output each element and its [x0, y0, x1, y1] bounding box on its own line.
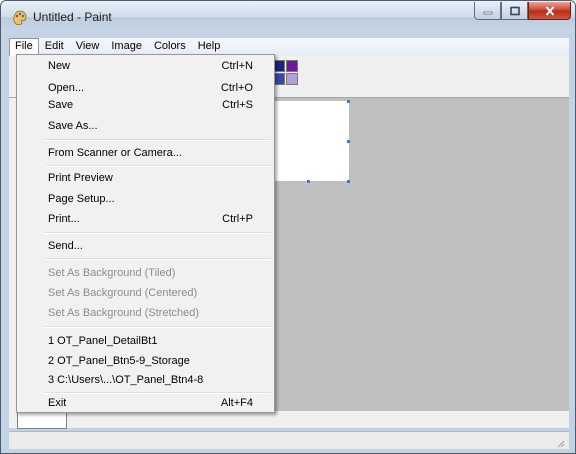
drawing-canvas[interactable] — [269, 101, 349, 181]
color-palette — [273, 60, 298, 85]
menu-separator — [45, 258, 271, 260]
menu-item-shortcut: Ctrl+P — [222, 213, 253, 225]
menu-item-background-tiled: Set As Background (Tiled) — [19, 263, 272, 285]
menu-item-label: Set As Background (Stretched) — [48, 307, 200, 319]
menu-item-save-as[interactable]: Save As... — [19, 116, 272, 138]
menu-item-from-scanner[interactable]: From Scanner or Camera... — [19, 143, 272, 165]
minimize-button[interactable] — [474, 2, 501, 20]
menu-item-shortcut: Ctrl+N — [221, 60, 253, 72]
resize-handle[interactable] — [307, 180, 310, 183]
menu-item-label: 3 C:\Users\...\OT_Panel_Btn4-8 — [48, 374, 204, 386]
menu-item-label: Print Preview — [48, 172, 113, 184]
palette-swatch[interactable] — [286, 73, 298, 85]
caption-buttons — [474, 2, 571, 20]
menu-item-save[interactable]: Save Ctrl+S — [19, 95, 272, 117]
file-menu-dropdown: New Ctrl+N Open... Ctrl+O Save Ctrl+S Sa… — [16, 54, 275, 413]
menu-item-exit[interactable]: Exit Alt+F4 — [19, 393, 272, 415]
paint-app-icon — [13, 10, 27, 26]
menu-item-background-centered: Set As Background (Centered) — [19, 283, 272, 305]
menu-item-print-preview[interactable]: Print Preview — [19, 168, 272, 190]
status-bar — [9, 431, 569, 449]
close-button[interactable] — [528, 2, 571, 20]
menu-item-label: Set As Background (Centered) — [48, 287, 198, 299]
menu-item-label: New — [48, 60, 71, 72]
maximize-button[interactable] — [501, 2, 528, 20]
menu-item-page-setup[interactable]: Page Setup... — [19, 189, 272, 211]
menu-item-label: 2 OT_Panel_Btn5-9_Storage — [48, 355, 190, 367]
menu-item-label: Print... — [48, 213, 80, 225]
resize-handle[interactable] — [347, 180, 350, 183]
menu-item-recent-file[interactable]: 3 C:\Users\...\OT_Panel_Btn4-8 — [19, 370, 272, 392]
minimize-icon — [483, 11, 492, 14]
menu-separator — [45, 139, 271, 141]
menu-item-label: Exit — [48, 397, 67, 409]
menu-item-recent-file[interactable]: 1 OT_Panel_DetailBt1 — [19, 331, 272, 353]
menu-item-shortcut: Ctrl+O — [220, 82, 253, 94]
menu-item-shortcut: Alt+F4 — [220, 397, 253, 409]
close-icon — [545, 5, 554, 16]
window-title: Untitled - Paint — [33, 10, 112, 24]
menu-item-label: Send... — [48, 240, 83, 252]
menu-item-label: From Scanner or Camera... — [48, 147, 182, 159]
resize-handle[interactable] — [347, 140, 350, 143]
menu-item-background-stretched: Set As Background (Stretched) — [19, 303, 272, 325]
menu-separator — [45, 232, 271, 234]
menu-item-new[interactable]: New Ctrl+N — [19, 56, 272, 78]
menu-item-send[interactable]: Send... — [19, 236, 272, 258]
menu-item-label: Set As Background (Tiled) — [48, 267, 176, 279]
menu-item-label: Save As... — [48, 120, 98, 132]
menu-separator — [45, 165, 271, 167]
menu-item-label: Open... — [48, 82, 85, 94]
palette-swatch[interactable] — [286, 60, 298, 72]
menu-item-label: Page Setup... — [48, 193, 115, 205]
menu-item-shortcut: Ctrl+S — [222, 99, 253, 111]
maximize-icon — [509, 6, 520, 15]
resize-handle[interactable] — [347, 100, 350, 103]
menu-item-label: Save — [48, 99, 74, 111]
resize-grip-icon[interactable] — [555, 438, 565, 448]
menu-item-label: 1 OT_Panel_DetailBt1 — [48, 335, 158, 347]
menu-separator — [45, 326, 271, 328]
menu-item-print[interactable]: Print... Ctrl+P — [19, 209, 272, 231]
title-bar[interactable]: Untitled - Paint — [1, 1, 575, 33]
